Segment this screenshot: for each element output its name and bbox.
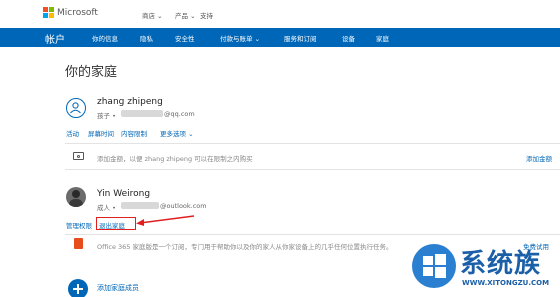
add-member-link[interactable]: 添加家庭成员 [97,283,139,293]
annotation-arrow-icon [136,215,195,226]
tab-devices[interactable]: 设备 [342,33,355,43]
tab-security[interactable]: 安全性 [175,33,195,43]
divider [65,143,560,144]
tab-privacy[interactable]: 隐私 [140,33,153,43]
site-watermark: 系统族 WWW.XITONGZU.COM [410,238,560,297]
email-redacted [121,202,159,209]
microsoft-logo-icon[interactable] [43,7,54,18]
store-menu[interactable]: 商店 ⌄ [142,10,163,20]
tab-family[interactable]: 家庭 [376,33,389,43]
tab-services-subscriptions[interactable]: 服务和订阅 [284,33,317,43]
products-menu[interactable]: 产品 ⌄ [175,10,196,20]
office-promo-text: Office 365 家庭版是一个订阅，专门用于帮助你以及你的家人从你家设备上的… [97,243,393,251]
support-link[interactable]: 支持 [200,10,213,20]
screen-time-link[interactable]: 屏幕时间 [88,128,114,138]
more-options-link[interactable]: 更多选项 ⌄ [160,128,194,138]
annotation-box [96,217,136,230]
windows-logo-icon [412,244,456,288]
office-icon [74,238,83,249]
nav-title[interactable]: 帐户 [45,31,65,46]
member-role: 成人 • [97,204,116,212]
manage-permissions-link[interactable]: 管理权限 [66,220,92,230]
divider [65,234,560,235]
brand-name[interactable]: Microsoft [57,8,98,18]
watermark-title: 系统族 [460,249,542,279]
member-role: 孩子 • [97,112,116,120]
member-name: Yin Weirong [97,189,151,199]
add-member-icon[interactable] [68,279,88,297]
activity-link[interactable]: 活动 [66,128,79,138]
money-icon [73,152,84,160]
member-name: zhang zhipeng [97,97,163,107]
watermark-url: WWW.XITONGZU.COM [462,279,550,287]
page-title: 你的家庭 [65,65,118,80]
email-redacted [121,110,163,117]
member-email-suffix: @qq.com [164,110,195,118]
member-avatar-photo [66,187,86,207]
content-restrictions-link[interactable]: 内容限制 [121,128,147,138]
add-money-link[interactable]: 添加金额 [526,153,552,163]
top-bar: Microsoft 商店 ⌄ 产品 ⌄ 支持 [0,0,560,28]
tab-your-info[interactable]: 你的信息 [92,33,118,43]
member-avatar-icon [66,98,86,118]
account-nav: 帐户 你的信息 隐私 安全性 付款与账单 ⌄ 服务和订阅 设备 家庭 [0,28,560,47]
tab-payment-billing[interactable]: 付款与账单 ⌄ [220,33,260,43]
add-money-text: 添加金额，以便 zhang zhipeng 可以在限制之内购买 [97,155,253,163]
member-email-suffix: @outlook.com [160,202,207,210]
divider [65,169,560,170]
